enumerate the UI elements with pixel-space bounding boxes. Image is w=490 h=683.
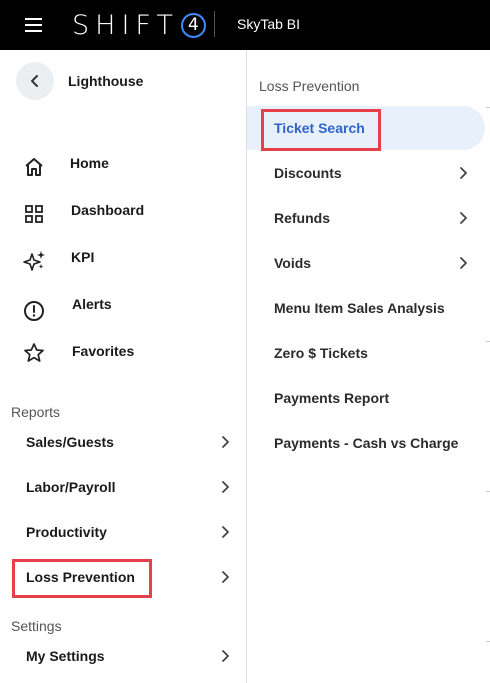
hamburger-icon[interactable]	[22, 13, 46, 37]
background-gridline	[486, 491, 490, 492]
nav-item-home[interactable]: Home	[0, 146, 246, 186]
chevron-right-icon	[460, 257, 467, 269]
submenu-item-refunds[interactable]: Refunds	[247, 198, 490, 238]
report-item-sales-guests[interactable]: Sales/Guests	[0, 424, 246, 462]
nav-item-alerts[interactable]: Alerts	[0, 287, 246, 327]
sparkle-icon	[22, 249, 46, 273]
chevron-left-icon	[31, 75, 38, 87]
nav-item-favorites[interactable]: Favorites	[0, 334, 246, 374]
ticket-search-highlight-box	[261, 109, 381, 151]
chevron-right-icon	[460, 212, 467, 224]
brand-word: SHIFT	[72, 9, 179, 41]
background-gridline	[486, 341, 490, 342]
chevron-right-icon	[222, 650, 229, 662]
topbar-divider	[214, 11, 215, 37]
top-bar: SHIFT 4 SkyTab BI	[0, 0, 490, 50]
app-title: SkyTab BI	[237, 16, 301, 32]
home-icon	[22, 155, 46, 179]
back-label: Lighthouse	[68, 73, 144, 89]
reports-section-title: Reports	[11, 404, 61, 420]
background-gridline	[486, 107, 490, 108]
alert-circle-icon	[22, 299, 46, 323]
chevron-right-icon	[222, 436, 229, 448]
nav-item-dashboard[interactable]: Dashboard	[0, 193, 246, 233]
chevron-right-icon	[222, 526, 229, 538]
settings-item-my-settings[interactable]: My Settings	[0, 638, 246, 676]
submenu-label: Refunds	[274, 210, 330, 226]
nav-label-home: Home	[70, 155, 109, 171]
background-gridline	[486, 641, 490, 642]
settings-label: My Settings	[26, 648, 105, 664]
report-label: Productivity	[26, 524, 107, 540]
submenu-label: Voids	[274, 255, 312, 271]
sidebar: Lighthouse Home Dashboard KPI Alerts Fav…	[0, 50, 247, 683]
submenu-item-discounts[interactable]: Discounts	[247, 153, 490, 193]
submenu-item-voids[interactable]: Voids	[247, 243, 490, 283]
grid-icon	[22, 202, 46, 226]
nav-label-kpi: KPI	[71, 249, 95, 265]
loss-prevention-submenu: Loss Prevention Ticket Search Discounts …	[247, 50, 490, 683]
chevron-right-icon	[222, 571, 229, 583]
nav-label-alerts: Alerts	[72, 296, 112, 312]
star-icon	[22, 341, 46, 365]
submenu-item-payments-cash-vs-charge[interactable]: Payments - Cash vs Charge	[247, 423, 490, 463]
submenu-label: Menu Item Sales Analysis	[274, 300, 445, 316]
shift4-logo: SHIFT 4	[72, 9, 206, 41]
report-item-labor-payroll[interactable]: Labor/Payroll	[0, 469, 246, 507]
nav-label-dashboard: Dashboard	[71, 202, 145, 218]
report-label: Sales/Guests	[26, 434, 114, 450]
submenu-label: Payments Report	[274, 390, 390, 406]
submenu-label: Payments - Cash vs Charge	[274, 435, 459, 451]
loss-prevention-highlight-box	[12, 559, 152, 598]
submenu-item-menu-item-sales-analysis[interactable]: Menu Item Sales Analysis	[247, 288, 490, 328]
submenu-label: Zero $ Tickets	[274, 345, 368, 361]
chevron-right-icon	[222, 481, 229, 493]
report-label: Labor/Payroll	[26, 479, 116, 495]
submenu-label: Discounts	[274, 165, 342, 181]
submenu-title: Loss Prevention	[259, 78, 360, 94]
back-button[interactable]	[16, 62, 54, 100]
nav-label-favorites: Favorites	[72, 343, 135, 359]
submenu-item-zero-tickets[interactable]: Zero $ Tickets	[247, 333, 490, 373]
nav-item-kpi[interactable]: KPI	[0, 240, 246, 280]
settings-section-title: Settings	[11, 618, 62, 634]
chevron-right-icon	[460, 167, 467, 179]
brand-number-badge: 4	[180, 12, 206, 38]
submenu-item-payments-report[interactable]: Payments Report	[247, 378, 490, 418]
report-item-productivity[interactable]: Productivity	[0, 514, 246, 552]
